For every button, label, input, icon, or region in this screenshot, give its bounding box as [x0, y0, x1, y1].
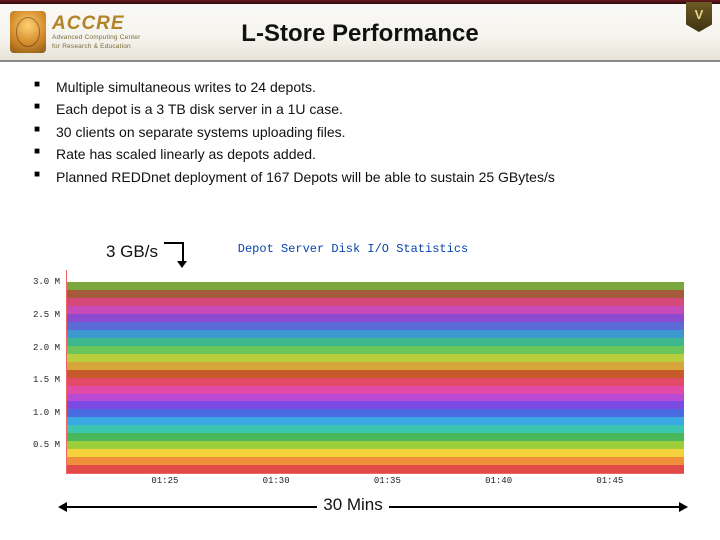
- callout-rate-label: 3 GB/s: [106, 242, 158, 262]
- logo: ACCRE Advanced Computing Center for Rese…: [0, 7, 150, 57]
- bullet-list: Multiple simultaneous writes to 24 depot…: [22, 76, 698, 188]
- chart-series-band: [67, 417, 684, 425]
- chart-series-band: [67, 298, 684, 306]
- logo-text: ACCRE Advanced Computing Center for Rese…: [52, 14, 140, 50]
- chart-series-band: [67, 314, 684, 322]
- chart-series-band: [67, 425, 684, 433]
- chart-series-band: [67, 354, 684, 362]
- chart-series-band: [67, 465, 684, 473]
- logo-mark-icon: [10, 11, 46, 53]
- chart-series-band: [67, 370, 684, 378]
- chart-series-band: [67, 306, 684, 314]
- crest-letter: V: [686, 2, 712, 22]
- list-item: Each depot is a 3 TB disk server in a 1U…: [34, 98, 698, 120]
- y-axis-ticks: 3.0 M 2.5 M 2.0 M 1.5 M 1.0 M 0.5 M: [16, 270, 64, 474]
- chart-series-band: [67, 457, 684, 465]
- y-tick-label: 1.0 M: [33, 408, 60, 418]
- chart-series-band: [67, 378, 684, 386]
- x-tick-label: 01:40: [485, 476, 512, 486]
- chart-series-band: [67, 362, 684, 370]
- list-item: Planned REDDnet deployment of 167 Depots…: [34, 166, 698, 188]
- list-item: Rate has scaled linearly as depots added…: [34, 143, 698, 165]
- callout-duration: 30 Mins: [16, 495, 690, 515]
- logo-name: ACCRE: [52, 14, 140, 33]
- chart-container: Depot Server Disk I/O Statistics 3 GB/s …: [16, 242, 690, 512]
- chart-series-band: [67, 441, 684, 449]
- arrow-down-icon: [164, 242, 184, 262]
- crest-icon: V: [686, 2, 712, 32]
- list-item: 30 clients on separate systems uploading…: [34, 121, 698, 143]
- chart-series-band: [67, 338, 684, 346]
- x-tick-label: 01:25: [151, 476, 178, 486]
- chart-series-band: [67, 322, 684, 330]
- chart-series-band: [67, 449, 684, 457]
- x-axis-ticks: 01:25 01:30 01:35 01:40 01:45: [66, 476, 684, 490]
- x-tick-label: 01:45: [596, 476, 623, 486]
- y-tick-label: 0.5 M: [33, 440, 60, 450]
- logo-subtitle-1: Advanced Computing Center: [52, 35, 140, 42]
- slide-body: Multiple simultaneous writes to 24 depot…: [0, 62, 720, 188]
- y-tick-label: 2.0 M: [33, 343, 60, 353]
- chart-series-band: [67, 394, 684, 402]
- chart-plot-area: [66, 270, 684, 474]
- chart-series-band: [67, 409, 684, 417]
- callout-duration-label: 30 Mins: [317, 495, 389, 514]
- callout-rate: 3 GB/s: [106, 242, 184, 262]
- chart-series-band: [67, 401, 684, 409]
- chart-series-band: [67, 386, 684, 394]
- y-tick-label: 3.0 M: [33, 277, 60, 287]
- chart-series-band: [67, 433, 684, 441]
- logo-subtitle-2: for Research & Education: [52, 44, 140, 51]
- slide-header: ACCRE Advanced Computing Center for Rese…: [0, 4, 720, 62]
- x-tick-label: 01:30: [263, 476, 290, 486]
- chart-series-band: [67, 346, 684, 354]
- chart-series-band: [67, 282, 684, 290]
- y-tick-label: 1.5 M: [33, 375, 60, 385]
- x-tick-label: 01:35: [374, 476, 401, 486]
- chart-series-band: [67, 290, 684, 298]
- chart-series-band: [67, 330, 684, 338]
- y-tick-label: 2.5 M: [33, 310, 60, 320]
- list-item: Multiple simultaneous writes to 24 depot…: [34, 76, 698, 98]
